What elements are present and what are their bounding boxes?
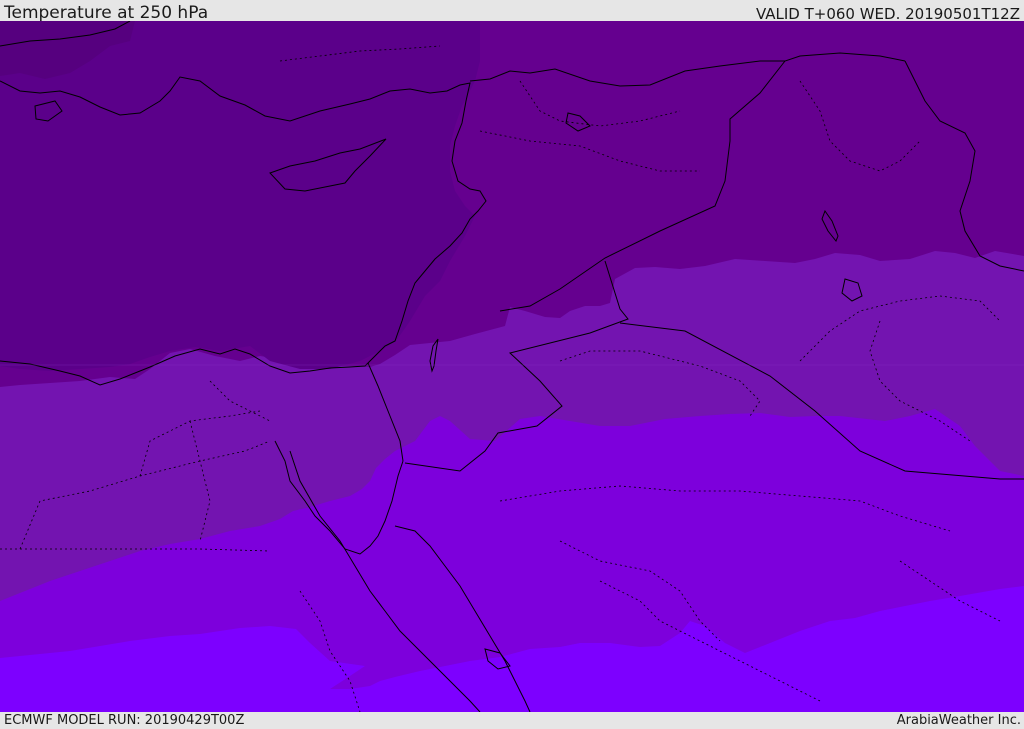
footer-bar: ECMWF MODEL RUN: 20190429T00Z ArabiaWeat… [0, 712, 1024, 729]
map-panel[interactable] [0, 21, 1024, 712]
temperature-band-coldest [0, 21, 480, 371]
model-run-label: ECMWF MODEL RUN: 20190429T00Z [4, 713, 245, 728]
temperature-map[interactable] [0, 21, 1024, 712]
map-title: Temperature at 250 hPa [4, 3, 209, 23]
header-bar: Temperature at 250 hPa VALID T+060 WED. … [0, 0, 1024, 23]
credit-label: ArabiaWeather Inc. [896, 713, 1021, 728]
